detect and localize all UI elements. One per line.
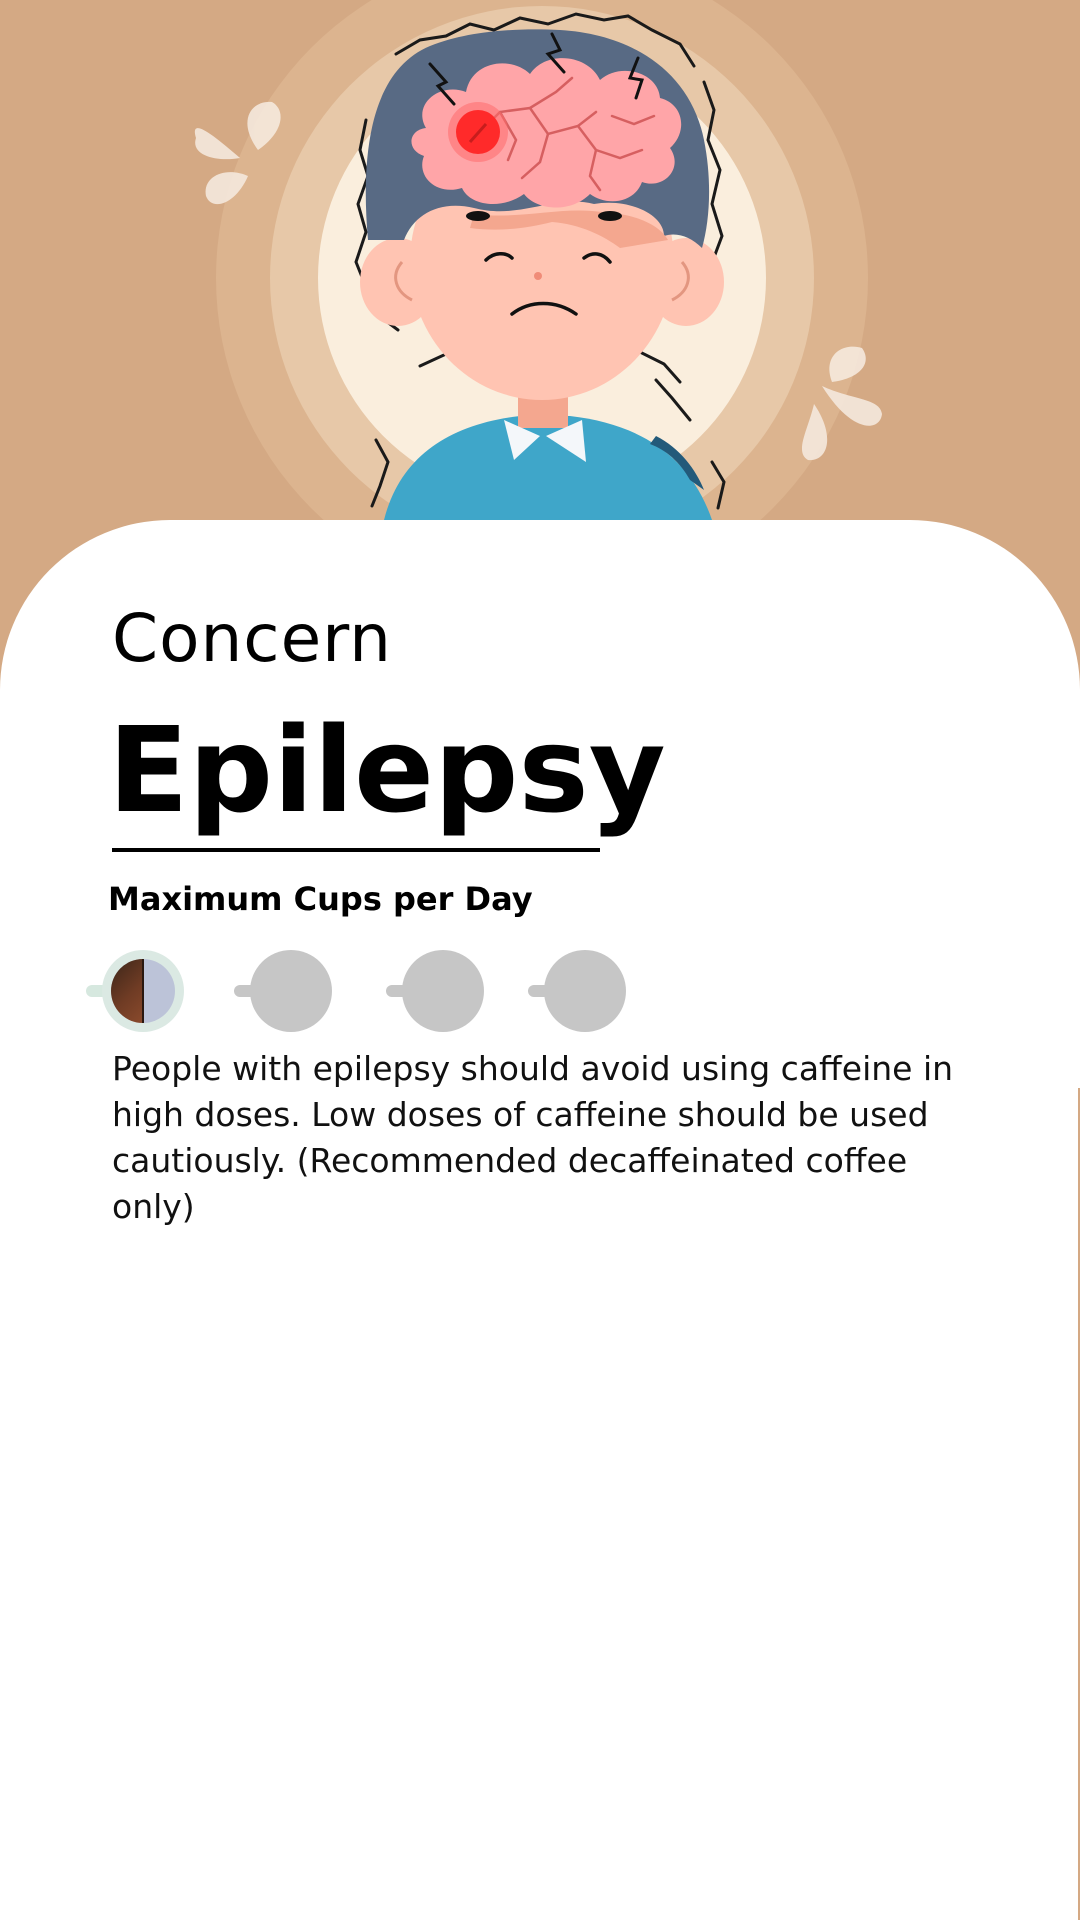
condition-title: Epilepsy bbox=[108, 701, 666, 839]
eyebrow-left bbox=[466, 211, 490, 221]
epilepsy-illustration bbox=[0, 0, 1080, 560]
nose bbox=[534, 272, 542, 280]
eyebrow-right bbox=[598, 211, 622, 221]
max-cups-label: Maximum Cups per Day bbox=[108, 880, 533, 918]
hero-illustration bbox=[0, 0, 1080, 560]
cup-icon-empty bbox=[234, 950, 332, 1032]
cups-rating bbox=[86, 946, 646, 1036]
cup-icon-empty bbox=[386, 950, 484, 1032]
description-text: People with epilepsy should avoid using … bbox=[112, 1049, 954, 1226]
concern-label: Concern bbox=[112, 600, 392, 677]
cup-icon-half-full bbox=[86, 950, 184, 1032]
title-underline bbox=[112, 848, 600, 852]
cup-icon-empty bbox=[528, 950, 626, 1032]
